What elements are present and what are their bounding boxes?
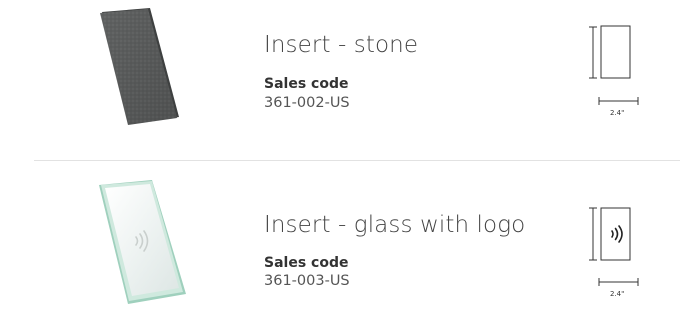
sales-code-value: 361-003-US bbox=[264, 273, 350, 289]
dimension-diagram: 4" 2.4" bbox=[588, 190, 668, 310]
product-title: Insert - stone bbox=[264, 32, 419, 58]
dimension-width-label: 2.4" bbox=[610, 109, 624, 117]
glass-insert-photo bbox=[52, 163, 252, 325]
product-title: Insert - glass with logo bbox=[264, 212, 526, 238]
section-divider bbox=[34, 160, 680, 161]
stone-insert-photo bbox=[52, 0, 252, 158]
sales-code-label: Sales code bbox=[264, 255, 349, 271]
dimension-width-label: 2.4" bbox=[610, 290, 624, 298]
dimension-height-label: 4" bbox=[588, 228, 590, 236]
dimension-diagram: 4" 2.4" bbox=[588, 10, 668, 130]
sales-code-label: Sales code bbox=[264, 76, 349, 92]
dimension-height-label: 4" bbox=[588, 46, 590, 54]
sales-code-value: 361-002-US bbox=[264, 95, 350, 111]
product-row-glass: Insert - glass with logo Sales code 361-… bbox=[0, 163, 691, 327]
product-row-stone: Insert - stone Sales code 361-002-US 4" … bbox=[0, 0, 691, 160]
